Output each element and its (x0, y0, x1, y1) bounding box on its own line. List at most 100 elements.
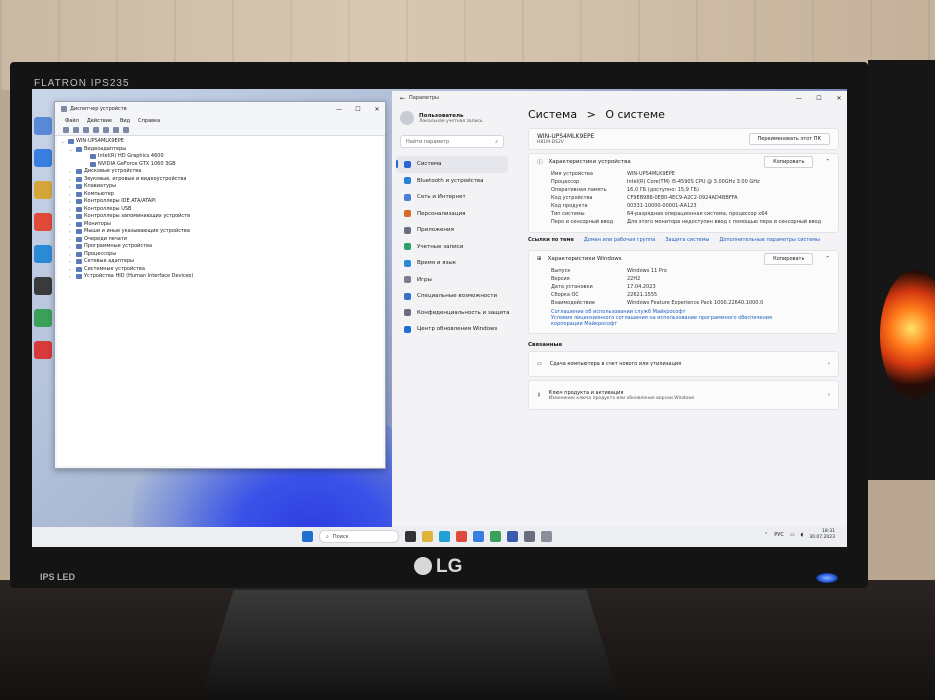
chevron-right-icon[interactable]: ⌄ (61, 138, 66, 146)
tree-item[interactable]: Intel(R) HD Graphics 4600 (83, 153, 379, 161)
chevron-right-icon[interactable]: › (69, 273, 74, 281)
device-manager-titlebar[interactable]: Диспетчер устройств — ☐ ✕ (55, 102, 385, 116)
clock[interactable]: 18:31 30.07.2023 (809, 529, 835, 541)
nav-item[interactable]: Центр обновления Windows (392, 321, 512, 338)
nav-item[interactable]: Приложения (392, 222, 512, 239)
related-trade-in[interactable]: ▭ Сдача компьютера в счет нового или ути… (528, 351, 839, 377)
copy-device-specs-button[interactable]: Копировать (764, 156, 814, 168)
tree-item[interactable]: › Контроллеры IDE ATA/ATAPI (69, 198, 379, 206)
file-explorer-icon[interactable] (422, 531, 433, 542)
user-profile[interactable]: Пользователь Локальная учетная запись (392, 105, 512, 131)
tree-item[interactable]: › Устройства HID (Human Interface Devices… (69, 273, 379, 281)
chevron-right-icon[interactable]: › (69, 206, 74, 214)
tree-item[interactable]: NVIDIA GeForce GTX 1060 3GB (83, 161, 379, 169)
tree-item[interactable]: › Клавиатуры (69, 183, 379, 191)
desktop-icon[interactable] (34, 309, 52, 327)
settings-search-input[interactable]: Найти параметр ⌕ (400, 135, 504, 148)
desktop-icon[interactable] (34, 149, 52, 167)
chevron-right-icon[interactable]: › (69, 168, 74, 176)
chevron-right-icon[interactable]: › (69, 183, 74, 191)
chevron-right-icon[interactable]: › (69, 221, 74, 229)
rename-pc-button[interactable]: Переименовать этот ПК (748, 133, 830, 145)
chevron-right-icon[interactable]: › (69, 236, 74, 244)
close-icon[interactable]: ✕ (369, 106, 385, 113)
nav-item[interactable]: Конфиденциальность и защита (392, 305, 512, 322)
properties-icon[interactable] (83, 127, 89, 133)
menu-view[interactable]: Вид (120, 118, 130, 124)
maximize-icon[interactable]: ☐ (811, 95, 827, 102)
settings-titlebar[interactable]: ← Параметры — ☐ ✕ (392, 91, 847, 105)
minimize-icon[interactable]: — (331, 106, 347, 113)
tree-item[interactable]: › Системные устройства (69, 266, 379, 274)
back-arrow-icon[interactable]: ← (400, 95, 405, 102)
settings-gear-icon[interactable] (524, 531, 535, 542)
chevron-right-icon[interactable]: › (69, 251, 74, 259)
chevron-right-icon[interactable]: › (69, 228, 74, 236)
close-icon[interactable]: ✕ (831, 95, 847, 102)
chrome-icon[interactable] (34, 213, 52, 231)
help-icon[interactable] (103, 127, 109, 133)
desktop-icon[interactable] (34, 277, 52, 295)
volume-icon[interactable]: ◖ (801, 532, 804, 538)
nav-item[interactable]: Персонализация (392, 206, 512, 223)
nav-item[interactable]: Сеть и Интернет (392, 189, 512, 206)
tree-item[interactable]: › Процессоры (69, 251, 379, 259)
chevron-right-icon[interactable]: › (69, 258, 74, 266)
back-icon[interactable] (63, 127, 69, 133)
chevron-up-icon[interactable]: ⌃ (764, 532, 768, 538)
nav-item[interactable]: Bluetooth и устройства (392, 173, 512, 190)
maximize-icon[interactable]: ☐ (350, 106, 366, 113)
tree-item[interactable]: › Компьютер (69, 191, 379, 199)
related-activation[interactable]: ⚷ Ключ продукта и активация Изменение кл… (528, 380, 839, 410)
chevron-down-icon[interactable]: ⌄ (69, 146, 74, 154)
link-system-protection[interactable]: Защита системы (665, 237, 709, 243)
windows-specs-header[interactable]: ⊞ Характеристики Windows Копировать ⌃ (529, 251, 838, 267)
minimize-icon[interactable]: — (791, 95, 807, 102)
app-icon[interactable] (490, 531, 501, 542)
link-domain[interactable]: Домен или рабочая группа (584, 237, 655, 243)
chevron-up-icon[interactable]: ⌃ (825, 159, 830, 165)
tree-item[interactable]: › Мониторы (69, 221, 379, 229)
tree-item[interactable]: › Контроллеры USB (69, 206, 379, 214)
chevron-right-icon[interactable]: › (69, 198, 74, 206)
tree-item[interactable]: › Программные устройства (69, 243, 379, 251)
store-icon[interactable] (473, 531, 484, 542)
tree-item[interactable]: ⌄ Видеоадаптеры (69, 146, 379, 154)
app-icon[interactable] (507, 531, 518, 542)
tree-item[interactable]: › Мыши и иные указывающие устройства (69, 228, 379, 236)
taskbar-search[interactable]: ⌕ Поиск (319, 530, 399, 543)
view-icon[interactable] (93, 127, 99, 133)
chevron-right-icon[interactable]: › (69, 191, 74, 199)
chevron-right-icon[interactable]: › (69, 213, 74, 221)
tree-item[interactable]: ⌄ WIN-UPS4MLK9EPE (61, 138, 379, 146)
breadcrumb-parent[interactable]: Система (528, 108, 577, 121)
chevron-up-icon[interactable]: ⌃ (825, 256, 830, 262)
tree-item[interactable]: › Очереди печати (69, 236, 379, 244)
nav-item[interactable]: Время и язык (392, 255, 512, 272)
menu-action[interactable]: Действие (87, 118, 112, 124)
desktop-icon[interactable] (34, 245, 52, 263)
device-specs-header[interactable]: ⓘ Характеристики устройства Копировать ⌃ (529, 154, 838, 170)
menu-file[interactable]: Файл (65, 118, 79, 124)
forward-icon[interactable] (73, 127, 79, 133)
scan-icon[interactable] (113, 127, 119, 133)
start-icon[interactable] (302, 531, 313, 542)
device-manager-icon[interactable] (541, 531, 552, 542)
menu-help[interactable]: Справка (138, 118, 160, 124)
chevron-right-icon[interactable]: › (69, 266, 74, 274)
chevron-right-icon[interactable]: › (69, 176, 74, 184)
license-terms-link[interactable]: Условия лицензионного соглашения на испо… (551, 315, 801, 327)
chrome-icon[interactable] (456, 531, 467, 542)
nav-item[interactable]: Система (396, 156, 508, 173)
desktop-icon[interactable] (34, 181, 52, 199)
chevron-right-icon[interactable]: › (69, 243, 74, 251)
desktop-icon[interactable] (34, 341, 52, 359)
tree-item[interactable]: › Дисковые устройства (69, 168, 379, 176)
tree-item[interactable]: › Сетевые адаптеры (69, 258, 379, 266)
nav-item[interactable]: Учетные записи (392, 239, 512, 256)
task-view-icon[interactable] (405, 531, 416, 542)
nav-item[interactable]: Игры (392, 272, 512, 289)
edge-icon[interactable] (439, 531, 450, 542)
monitor-icon[interactable] (123, 127, 129, 133)
copy-windows-specs-button[interactable]: Копировать (764, 253, 814, 265)
